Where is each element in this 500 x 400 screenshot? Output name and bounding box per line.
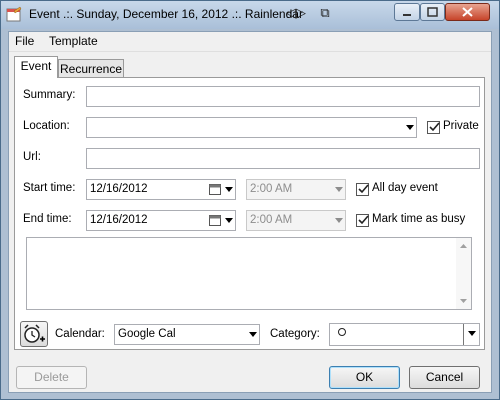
circle-icon <box>338 328 346 336</box>
menu-bar: File Template <box>9 32 491 52</box>
url-input[interactable] <box>86 148 480 169</box>
chevron-down-icon[interactable] <box>406 125 414 130</box>
close-icon <box>462 7 473 17</box>
notes-scrollbar[interactable] <box>456 238 471 309</box>
checkmark-icon <box>358 184 369 194</box>
start-time-label: Start time: <box>23 182 76 194</box>
close-button[interactable] <box>445 3 490 21</box>
end-time-picker: 2:00 AM <box>246 210 346 231</box>
checkmark-icon <box>358 215 369 225</box>
calendar-select[interactable]: Google Cal <box>114 324 260 345</box>
tab-event[interactable]: Event <box>14 56 58 78</box>
add-alarm-button[interactable] <box>20 321 48 347</box>
client-area: File Template Event Recurrence Summary: … <box>8 31 492 393</box>
calendar-label: Calendar: <box>55 328 105 340</box>
menu-template[interactable]: Template <box>49 34 98 48</box>
tab-recurrence[interactable]: Recurrence <box>58 59 124 79</box>
all-day-label: All day event <box>372 182 438 194</box>
summary-input[interactable] <box>86 86 480 107</box>
maximize-button[interactable] <box>420 3 445 21</box>
all-day-checkbox[interactable] <box>356 183 369 196</box>
private-checkbox[interactable] <box>427 121 440 134</box>
busy-checkbox[interactable] <box>356 214 369 227</box>
cancel-button[interactable]: Cancel <box>409 366 480 389</box>
summary-label: Summary: <box>23 89 76 101</box>
calendar-value: Google Cal <box>118 328 176 340</box>
menu-file[interactable]: File <box>15 34 34 48</box>
category-label: Category: <box>270 328 320 340</box>
end-date-picker[interactable]: 12/16/2012 <box>86 210 236 231</box>
minimize-icon <box>403 14 411 16</box>
ok-button[interactable]: OK <box>329 366 400 389</box>
chevron-down-icon[interactable] <box>225 187 233 192</box>
busy-label: Mark time as busy <box>372 213 466 225</box>
start-time-value: 2:00 AM <box>250 183 293 195</box>
chevron-down-icon[interactable] <box>249 332 257 337</box>
alarm-clock-add-icon <box>24 324 45 343</box>
end-time-value: 2:00 AM <box>250 214 293 226</box>
calendar-icon[interactable] <box>209 183 221 195</box>
chevron-down-icon <box>335 218 343 223</box>
minimize-button[interactable] <box>394 3 420 21</box>
location-label: Location: <box>23 120 70 132</box>
location-combobox[interactable] <box>86 117 417 138</box>
window-title: Event .:. Sunday, December 16, 2012 .:. … <box>29 7 303 21</box>
rainlendar-app-icon <box>6 6 22 22</box>
category-dropdown-button[interactable] <box>463 324 479 345</box>
private-label: Private <box>443 120 479 132</box>
maximize-icon <box>427 7 438 17</box>
chevron-down-icon <box>335 187 343 192</box>
pin-icon[interactable]: ◁▷ <box>285 4 307 22</box>
start-date-value: 12/16/2012 <box>90 183 148 195</box>
notes-textarea[interactable] <box>26 237 472 310</box>
title-bar[interactable]: Event .:. Sunday, December 16, 2012 .:. … <box>1 1 499 29</box>
start-date-picker[interactable]: 12/16/2012 <box>86 179 236 200</box>
checkmark-icon <box>429 122 440 132</box>
restore-icon[interactable]: ⧉ <box>314 4 336 22</box>
chevron-down-icon[interactable] <box>468 331 476 336</box>
event-window: Event .:. Sunday, December 16, 2012 .:. … <box>0 0 500 400</box>
end-date-value: 12/16/2012 <box>90 214 148 226</box>
category-select[interactable] <box>329 323 480 346</box>
end-time-label: End time: <box>23 213 72 225</box>
chevron-down-icon[interactable] <box>225 218 233 223</box>
calendar-icon[interactable] <box>209 214 221 226</box>
url-label: Url: <box>23 151 41 163</box>
scroll-arrows-icon <box>460 244 467 303</box>
start-time-picker: 2:00 AM <box>246 179 346 200</box>
delete-button: Delete <box>16 366 87 389</box>
